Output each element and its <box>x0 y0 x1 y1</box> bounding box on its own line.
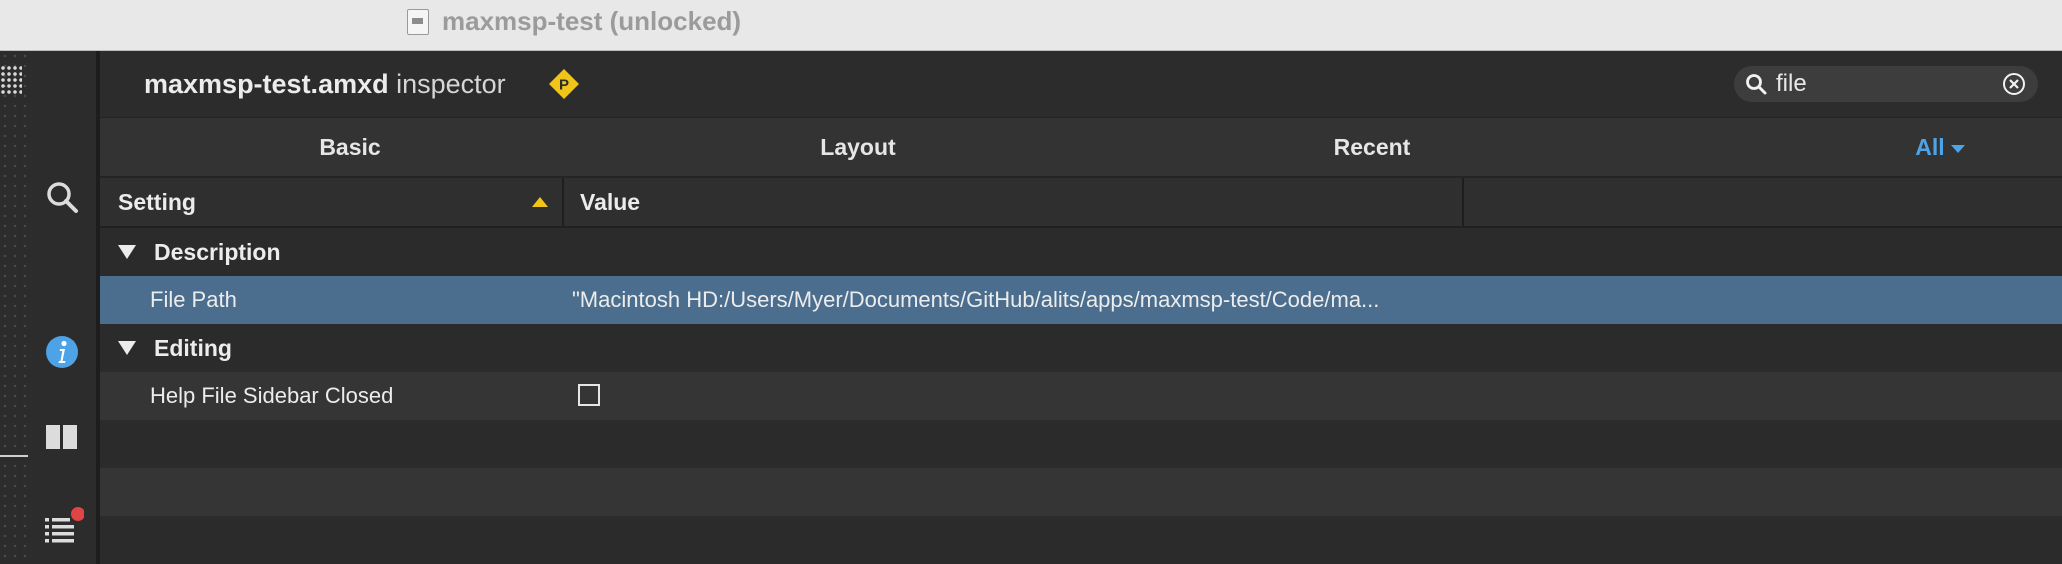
clear-icon[interactable] <box>2002 72 2026 96</box>
sort-ascending-icon <box>532 197 548 207</box>
group-label: Editing <box>154 335 232 361</box>
help-file-sidebar-closed-checkbox[interactable] <box>578 384 600 406</box>
presentation-letter: P <box>559 77 569 94</box>
presentation-button[interactable]: P <box>548 68 580 100</box>
inspector-panel: maxmsp-test.amxd inspector P Basic Layou… <box>100 51 2062 564</box>
patcher-edge-strip <box>0 51 30 564</box>
tab-recent[interactable]: Recent <box>1272 118 1472 176</box>
empty-row <box>100 468 2062 516</box>
tab-all[interactable]: All <box>1870 118 2010 176</box>
tab-all-label: All <box>1915 134 1945 160</box>
column-separator[interactable] <box>562 178 564 226</box>
info-icon <box>46 336 78 368</box>
inspector-title: maxmsp-test.amxd inspector <box>144 68 506 100</box>
window-title: maxmsp-test (unlocked) <box>442 6 742 36</box>
chevron-down-icon <box>1950 144 1965 153</box>
sidebar-list-button[interactable] <box>40 506 85 550</box>
disclosure-triangle-icon[interactable] <box>118 245 136 259</box>
sidebar-info-button[interactable] <box>40 330 84 374</box>
column-separator[interactable] <box>1462 178 1464 226</box>
search-input[interactable] <box>1776 69 1996 99</box>
setting-row-file-path[interactable]: File Path "Macintosh HD:/Users/Myer/Docu… <box>100 276 2062 324</box>
column-header: Setting Value <box>100 178 2062 228</box>
presentation-icon: P <box>549 69 579 99</box>
tab-layout[interactable]: Layout <box>758 118 958 176</box>
group-row-editing[interactable]: Editing <box>100 324 2062 372</box>
search-icon <box>1746 74 1767 95</box>
window-titlebar: maxmsp-test (unlocked) <box>0 0 2062 51</box>
notification-badge <box>71 507 85 521</box>
inspector-header: maxmsp-test.amxd inspector P <box>100 51 2062 118</box>
setting-label: Help File Sidebar Closed <box>150 383 394 408</box>
document-icon <box>407 9 429 35</box>
group-label: Description <box>154 239 281 265</box>
columns-icon <box>46 425 77 449</box>
column-value[interactable]: Value <box>580 178 640 226</box>
empty-row <box>100 420 2062 468</box>
empty-row <box>100 516 2062 564</box>
tab-basic[interactable]: Basic <box>250 118 450 176</box>
disclosure-triangle-icon[interactable] <box>118 341 136 355</box>
setting-label: File Path <box>150 287 237 312</box>
inspector-title-file: maxmsp-test.amxd <box>144 69 389 99</box>
setting-row-help-file-sidebar-closed[interactable]: Help File Sidebar Closed <box>100 372 2062 420</box>
sidebar-search-button[interactable] <box>40 175 84 219</box>
group-row-description[interactable]: Description <box>100 228 2062 276</box>
sidebar <box>0 51 100 564</box>
divider <box>0 455 28 457</box>
setting-value[interactable]: "Macintosh HD:/Users/Myer/Documents/GitH… <box>572 276 1379 324</box>
list-icon <box>45 507 85 543</box>
search-field[interactable] <box>1734 66 2038 102</box>
inspector-title-suffix: inspector <box>388 69 506 99</box>
inspector-tabs: Basic Layout Recent All <box>100 118 2062 178</box>
sidebar-columns-button[interactable] <box>40 416 84 460</box>
search-icon <box>47 182 78 213</box>
grip-icon[interactable] <box>0 65 22 95</box>
column-setting[interactable]: Setting <box>118 178 196 226</box>
